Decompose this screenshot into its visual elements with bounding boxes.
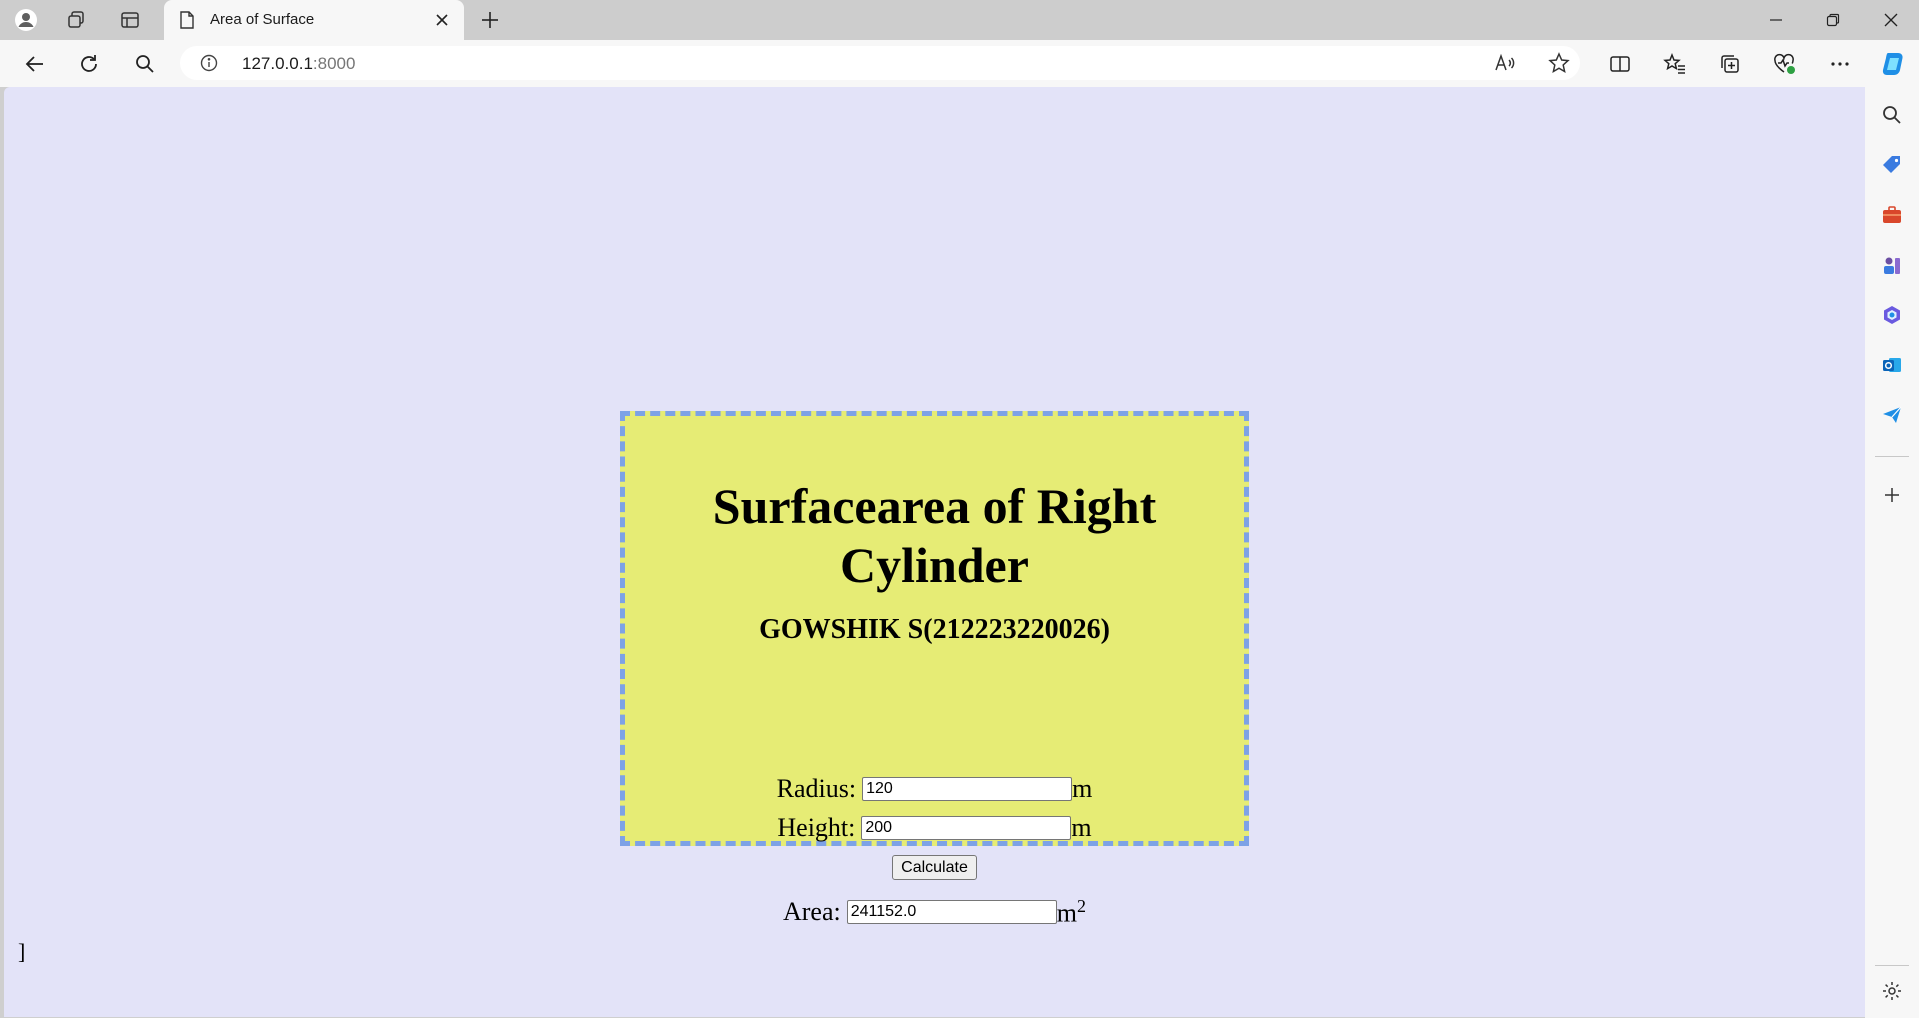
vertical-tabs-icon[interactable] xyxy=(118,8,142,32)
workspaces-icon[interactable] xyxy=(64,8,88,32)
author-heading: GOWSHIK S(212223220026) xyxy=(759,614,1110,645)
page-viewport: Surfacearea of Right Cylinder GOWSHIK S(… xyxy=(4,87,1865,1017)
sidebar-divider-bottom xyxy=(1875,965,1909,966)
tools-briefcase-icon[interactable] xyxy=(1880,203,1904,227)
close-window-icon[interactable] xyxy=(1877,6,1905,34)
browser-toolbar: 127.0.0.1:8000 xyxy=(0,40,1919,87)
area-label: Area: xyxy=(783,897,841,927)
shopping-tag-icon[interactable] xyxy=(1880,153,1904,177)
profile-icon[interactable] xyxy=(14,8,38,32)
tab-area-of-surface[interactable]: Area of Surface xyxy=(164,0,464,40)
area-unit-base: m xyxy=(1056,898,1077,928)
back-icon[interactable] xyxy=(21,50,49,78)
page-icon xyxy=(178,10,196,35)
calculator-card: Surfacearea of Right Cylinder GOWSHIK S(… xyxy=(620,411,1249,928)
favorite-star-icon[interactable] xyxy=(1546,50,1572,76)
more-menu-icon[interactable] xyxy=(1826,50,1854,78)
games-icon[interactable] xyxy=(1880,253,1904,277)
sidebar-search-icon[interactable] xyxy=(1880,103,1904,127)
new-tab-icon[interactable] xyxy=(478,8,502,32)
browser-tab-bar: Area of Surface xyxy=(0,0,1919,40)
refresh-icon[interactable] xyxy=(75,50,103,78)
edge-sidebar xyxy=(1865,87,1919,1018)
microsoft-365-icon[interactable] xyxy=(1880,303,1904,327)
page-title: Surfacearea of Right Cylinder xyxy=(712,478,1157,593)
area-output[interactable] xyxy=(846,900,1057,925)
area-unit-exponent: 2 xyxy=(1076,896,1086,916)
radius-label: Radius: xyxy=(776,774,857,803)
url-text[interactable]: 127.0.0.1:8000 xyxy=(242,54,355,74)
favorites-icon[interactable] xyxy=(1661,50,1689,78)
search-icon[interactable] xyxy=(131,50,159,78)
area-unit: m2 xyxy=(1057,896,1086,929)
url-host: 127.0.0.1 xyxy=(242,54,313,73)
browser-essentials-icon[interactable] xyxy=(1771,50,1799,78)
height-row: Height: m xyxy=(625,813,1244,843)
outlook-icon[interactable] xyxy=(1880,353,1904,377)
area-row: Area: m2 xyxy=(625,896,1244,929)
close-tab-icon[interactable] xyxy=(430,8,454,32)
height-unit: m xyxy=(1071,813,1092,842)
radius-row: Radius: m xyxy=(625,774,1244,804)
split-screen-icon[interactable] xyxy=(1606,50,1634,78)
sidebar-divider xyxy=(1875,456,1909,457)
calculate-row: Calculate xyxy=(625,855,1244,880)
calculate-button[interactable]: Calculate xyxy=(892,855,977,880)
read-aloud-icon[interactable] xyxy=(1492,50,1518,76)
add-sidebar-app-icon[interactable] xyxy=(1880,483,1904,507)
collections-icon[interactable] xyxy=(1716,50,1744,78)
minimize-icon[interactable] xyxy=(1762,6,1790,34)
url-port: :8000 xyxy=(312,54,356,73)
tab-title: Area of Surface xyxy=(210,11,315,28)
copilot-icon[interactable] xyxy=(1879,50,1907,78)
stray-bracket-text: ] xyxy=(18,939,26,964)
restore-icon[interactable] xyxy=(1819,6,1847,34)
radius-unit: m xyxy=(1072,774,1093,803)
address-bar[interactable]: 127.0.0.1:8000 xyxy=(180,46,1580,80)
height-input[interactable] xyxy=(861,816,1072,840)
settings-gear-icon[interactable] xyxy=(1880,979,1904,1003)
height-label: Height: xyxy=(777,813,856,842)
radius-input[interactable] xyxy=(862,777,1073,801)
send-icon[interactable] xyxy=(1880,403,1904,427)
site-info-icon[interactable] xyxy=(200,54,218,77)
